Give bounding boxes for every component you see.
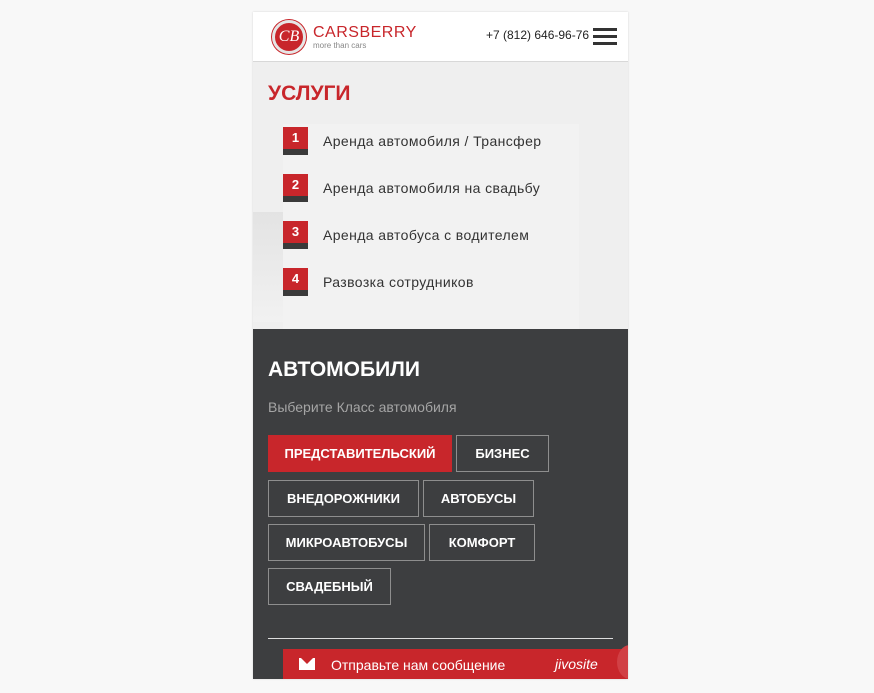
class-button-buses[interactable]: АВТОБУСЫ	[423, 480, 534, 517]
logo-name[interactable]: CARSBERRY	[313, 24, 417, 42]
service-item[interactable]: 3 Аренда автобуса с водителем	[283, 221, 603, 249]
class-button-business[interactable]: БИЗНЕС	[456, 435, 549, 472]
hamburger-menu-icon[interactable]	[593, 28, 617, 46]
services-title: УСЛУГИ	[268, 82, 351, 105]
service-number-badge: 2	[283, 174, 308, 202]
envelope-icon	[299, 658, 315, 670]
service-number-badge: 4	[283, 268, 308, 296]
service-item[interactable]: 4 Развозка сотрудников	[283, 268, 603, 296]
cars-section: АВТОМОБИЛИ Выберите Класс автомобиля ПРЕ…	[253, 329, 628, 679]
section-divider	[268, 638, 613, 639]
chat-label[interactable]: Отправьте нам сообщение	[331, 657, 505, 673]
logo-monogram-text: CB	[278, 28, 300, 45]
mobile-viewport: CB CARSBERRY more than cars +7 (812) 646…	[253, 12, 628, 679]
phone-link[interactable]: +7 (812) 646-96-76	[486, 28, 589, 42]
chat-brand: jivosite	[555, 656, 598, 672]
service-label[interactable]: Аренда автомобиля / Трансфер	[323, 133, 541, 149]
class-button-minibuses[interactable]: МИКРОАВТОБУСЫ	[268, 524, 425, 561]
site-header: CB CARSBERRY more than cars +7 (812) 646…	[253, 12, 628, 62]
logo-monogram-icon[interactable]: CB	[272, 20, 306, 54]
service-label[interactable]: Развозка сотрудников	[323, 274, 474, 290]
class-button-wedding[interactable]: СВАДЕБНЫЙ	[268, 568, 391, 605]
logo-tagline: more than cars	[313, 41, 367, 50]
service-number-badge: 3	[283, 221, 308, 249]
class-button-representative[interactable]: ПРЕДСТАВИТЕЛЬСКИЙ	[268, 435, 452, 472]
chat-widget-bar[interactable]: Отправьте нам сообщение jivosite	[283, 645, 628, 679]
chat-bubble-icon[interactable]	[617, 645, 628, 679]
service-item[interactable]: 2 Аренда автомобиля на свадьбу	[283, 174, 603, 202]
cars-subtitle: Выберите Класс автомобиля	[268, 399, 457, 415]
class-button-comfort[interactable]: КОМФОРТ	[429, 524, 535, 561]
services-section: УСЛУГИ 1 Аренда автомобиля / Трансфер 2 …	[253, 62, 628, 329]
service-label[interactable]: Аренда автомобиля на свадьбу	[323, 180, 540, 196]
service-number-badge: 1	[283, 127, 308, 155]
service-label[interactable]: Аренда автобуса с водителем	[323, 227, 529, 243]
class-button-suv[interactable]: ВНЕДОРОЖНИКИ	[268, 480, 419, 517]
cars-title: АВТОМОБИЛИ	[268, 358, 421, 381]
service-item[interactable]: 1 Аренда автомобиля / Трансфер	[283, 127, 603, 155]
